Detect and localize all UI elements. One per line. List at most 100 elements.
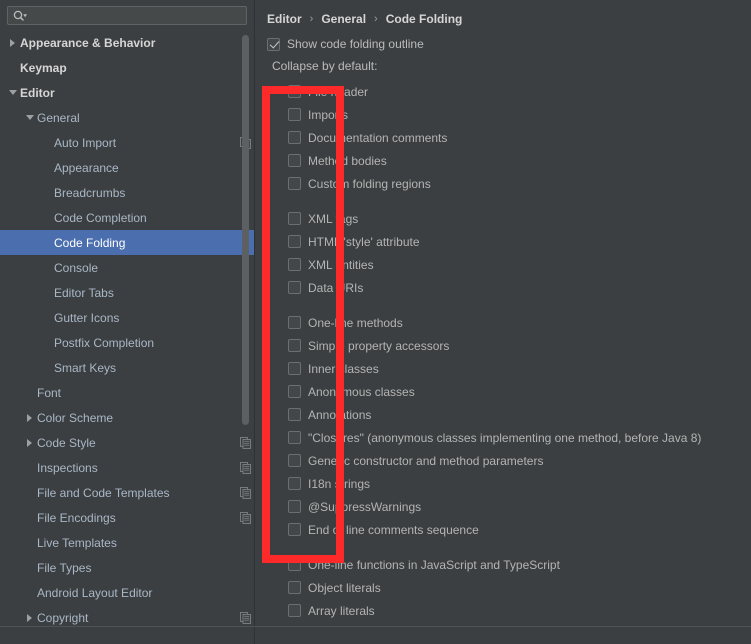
sidebar-item-code-completion[interactable]: Code Completion xyxy=(0,205,255,230)
sidebar-item-label: Editor Tabs xyxy=(54,285,114,300)
chevron-right-icon[interactable] xyxy=(24,411,37,424)
collapse-options-list: File header Imports Documentation comments… xyxy=(288,80,751,622)
search-input[interactable] xyxy=(28,8,242,23)
sidebar-scrollbar-thumb[interactable] xyxy=(242,35,249,425)
chevron-down-icon[interactable] xyxy=(24,111,37,124)
option-checkbox[interactable] xyxy=(288,108,301,121)
option-row[interactable]: Method bodies xyxy=(288,149,751,172)
settings-tree[interactable]: Appearance & Behavior Keymap Editor General… xyxy=(0,30,255,644)
sidebar-item-android-layout-editor[interactable]: Android Layout Editor xyxy=(0,580,255,605)
option-checkbox[interactable] xyxy=(288,558,301,571)
sidebar-item-file-types[interactable]: File Types xyxy=(0,555,255,580)
option-row[interactable]: Simple property accessors xyxy=(288,334,751,357)
sidebar-item-file-encodings[interactable]: File Encodings xyxy=(0,505,255,530)
sidebar-item-breadcrumbs[interactable]: Breadcrumbs xyxy=(0,180,255,205)
option-checkbox[interactable] xyxy=(288,339,301,352)
option-checkbox[interactable] xyxy=(288,500,301,513)
option-row[interactable]: End of line comments sequence xyxy=(288,518,751,541)
option-checkbox[interactable] xyxy=(288,581,301,594)
option-row[interactable]: Array literals xyxy=(288,599,751,622)
option-row[interactable]: Custom folding regions xyxy=(288,172,751,195)
option-row[interactable]: File header xyxy=(288,80,751,103)
search-icon[interactable] xyxy=(12,9,28,23)
option-row[interactable]: "Closures" (anonymous classes implementi… xyxy=(288,426,751,449)
option-row[interactable]: Imports xyxy=(288,103,751,126)
option-row[interactable]: One-line methods xyxy=(288,311,751,334)
option-row[interactable]: Anonymous classes xyxy=(288,380,751,403)
breadcrumb-item-3[interactable]: Code Folding xyxy=(386,12,463,26)
sidebar-item-general[interactable]: General xyxy=(0,105,255,130)
chevron-down-icon[interactable] xyxy=(7,86,20,99)
option-row[interactable]: Object literals xyxy=(288,576,751,599)
option-checkbox[interactable] xyxy=(288,431,301,444)
sidebar-item-appearance-behavior[interactable]: Appearance & Behavior xyxy=(0,30,255,55)
option-checkbox[interactable] xyxy=(288,258,301,271)
search-box[interactable] xyxy=(7,6,247,25)
option-row[interactable]: Annotations xyxy=(288,403,751,426)
option-row[interactable]: Inner classes xyxy=(288,357,751,380)
option-checkbox[interactable] xyxy=(288,212,301,225)
sidebar-item-code-style[interactable]: Code Style xyxy=(0,430,255,455)
option-checkbox[interactable] xyxy=(288,281,301,294)
option-row[interactable]: Data URIs xyxy=(288,276,751,299)
chevron-right-icon[interactable] xyxy=(24,436,37,449)
chevron-right-icon[interactable] xyxy=(24,611,37,624)
breadcrumb-separator: › xyxy=(309,13,314,25)
option-checkbox[interactable] xyxy=(288,477,301,490)
option-checkbox[interactable] xyxy=(288,316,301,329)
sidebar-item-color-scheme[interactable]: Color Scheme xyxy=(0,405,255,430)
sidebar-item-label: Keymap xyxy=(20,60,67,75)
option-label: End of line comments sequence xyxy=(308,522,479,537)
option-row[interactable]: One-line functions in JavaScript and Typ… xyxy=(288,553,751,576)
option-row[interactable]: Documentation comments xyxy=(288,126,751,149)
chevron-right-icon[interactable] xyxy=(7,36,20,49)
option-label: @SuppressWarnings xyxy=(308,499,422,514)
sidebar-item-label: Code Style xyxy=(37,435,96,450)
sidebar-item-editor-tabs[interactable]: Editor Tabs xyxy=(0,280,255,305)
option-row[interactable]: Generic constructor and method parameter… xyxy=(288,449,751,472)
option-row[interactable]: HTML 'style' attribute xyxy=(288,230,751,253)
option-checkbox[interactable] xyxy=(288,85,301,98)
sidebar-item-live-templates[interactable]: Live Templates xyxy=(0,530,255,555)
option-checkbox[interactable] xyxy=(288,177,301,190)
sidebar-item-file-and-code-templates[interactable]: File and Code Templates xyxy=(0,480,255,505)
sidebar-item-code-folding[interactable]: Code Folding xyxy=(0,230,255,255)
option-checkbox[interactable] xyxy=(288,604,301,617)
option-checkbox[interactable] xyxy=(288,131,301,144)
option-row[interactable]: @SuppressWarnings xyxy=(288,495,751,518)
option-label: I18n strings xyxy=(308,476,371,491)
sidebar-item-gutter-icons[interactable]: Gutter Icons xyxy=(0,305,255,330)
option-checkbox[interactable] xyxy=(288,523,301,536)
sidebar-item-postfix-completion[interactable]: Postfix Completion xyxy=(0,330,255,355)
sidebar-item-label: Copyright xyxy=(37,610,89,625)
sidebar-item-auto-import[interactable]: Auto Import xyxy=(0,130,255,155)
show-code-folding-outline-row[interactable]: Show code folding outline xyxy=(267,33,751,55)
option-checkbox[interactable] xyxy=(288,385,301,398)
sidebar-item-inspections[interactable]: Inspections xyxy=(0,455,255,480)
option-checkbox[interactable] xyxy=(288,362,301,375)
bottom-divider xyxy=(0,626,751,627)
breadcrumb-item-1[interactable]: Editor xyxy=(267,12,302,26)
option-checkbox[interactable] xyxy=(288,408,301,421)
sidebar-item-keymap[interactable]: Keymap xyxy=(0,55,255,80)
option-checkbox[interactable] xyxy=(288,235,301,248)
option-row[interactable]: XML tags xyxy=(288,207,751,230)
sidebar-item-smart-keys[interactable]: Smart Keys xyxy=(0,355,255,380)
sidebar-item-editor[interactable]: Editor xyxy=(0,80,255,105)
option-label: One-line functions in JavaScript and Typ… xyxy=(308,557,560,572)
show-outline-checkbox[interactable] xyxy=(267,37,280,51)
sidebar-item-appearance[interactable]: Appearance xyxy=(0,155,255,180)
sidebar-item-font[interactable]: Font xyxy=(0,380,255,405)
option-row[interactable]: XML entities xyxy=(288,253,751,276)
option-row[interactable]: I18n strings xyxy=(288,472,751,495)
option-checkbox[interactable] xyxy=(288,154,301,167)
breadcrumb-item-2[interactable]: General xyxy=(321,12,366,26)
option-checkbox[interactable] xyxy=(288,454,301,467)
sidebar-item-console[interactable]: Console xyxy=(0,255,255,280)
option-label: Object literals xyxy=(308,580,381,595)
sidebar-scrollbar-track[interactable] xyxy=(242,30,252,644)
